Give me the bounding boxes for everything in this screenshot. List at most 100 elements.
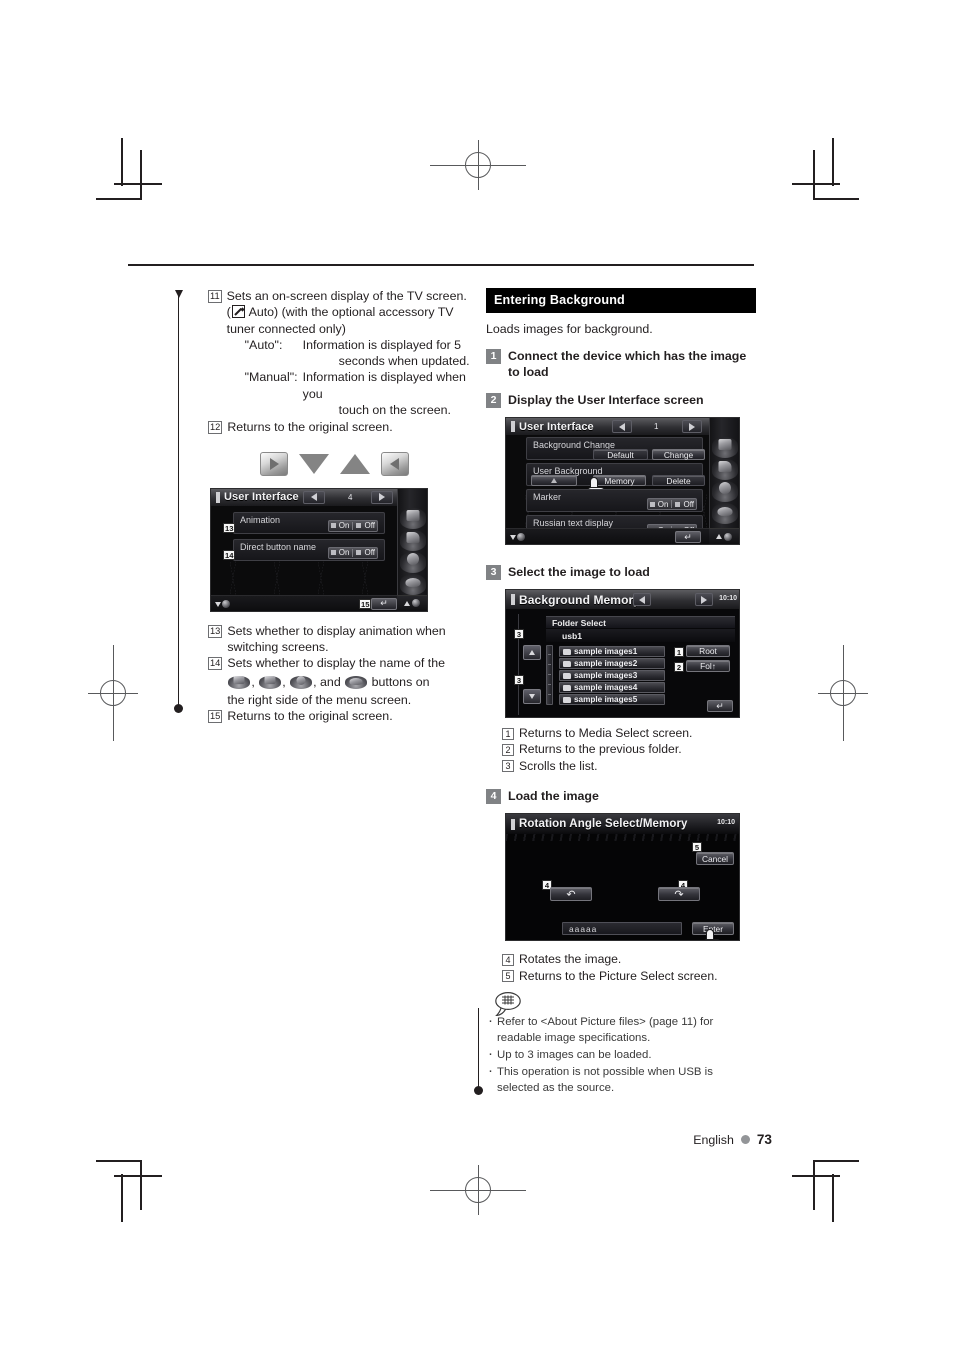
background-memory-screen[interactable]: Background Memory 10:10 Folder Select us… [505,589,740,718]
list-header: Folder Select [546,616,735,628]
direct-button-name-onoff-toggle[interactable]: On Off [327,546,378,559]
volume-up-icon[interactable] [716,534,722,539]
folder-icon [563,660,571,667]
screen-body: Background Change Default Change User Ba… [506,435,709,538]
source-aux-icon[interactable] [711,481,738,502]
list-item[interactable]: sample images3 [559,670,665,681]
background-change-button[interactable]: Change [652,449,705,460]
on-label: On [338,521,350,531]
volume-down-icon[interactable] [215,601,221,607]
folder-up-button[interactable]: Fol ↑ [686,660,730,672]
crop-mark-br-h1 [813,1160,859,1162]
source-usb-icon[interactable] [399,573,426,595]
source-usb-icon[interactable] [711,503,738,524]
note-item: This operation is not possible when USB … [486,1063,756,1096]
source-tuner-icon[interactable] [711,459,738,480]
screen-titlebar: Rotation Angle Select/Memory [506,814,739,835]
step-number: 4 [486,789,501,805]
return-icon[interactable]: ↵ [371,597,397,610]
setting-label: Direct button name [240,541,317,552]
source-disc-icon[interactable] [711,437,738,458]
item-number: 14 [208,657,223,671]
list-item[interactable]: sample images4 [559,682,665,693]
definition-term: "Manual": [244,370,298,385]
scrollbar[interactable] [546,645,553,705]
item-11: 11 Sets an on-screen display of the TV s… [208,288,470,418]
section-title: Entering Background [486,288,756,313]
source-disc-icon[interactable] [399,507,426,529]
screen-bottombar-right [709,528,739,544]
right-column-bracket [474,1008,483,1095]
bracket-arrow-icon [174,290,183,298]
filename-field[interactable]: aaaaa [562,922,682,936]
crop-mark-tl-v1 [140,150,142,200]
play-right-button-icon[interactable] [260,451,288,476]
footer-language: English [693,1132,734,1147]
user-interface-screen-page4[interactable]: User Interface 4 10:10 Animation [210,487,428,612]
marker-onoff-toggle[interactable]: On Off [646,498,697,510]
list-item[interactable]: sample images1 [559,646,665,657]
background-delete-button[interactable]: Delete [652,475,705,486]
rotate-ccw-icon[interactable]: ↶ [550,887,592,902]
folder-name: sample images3 [574,671,638,680]
volume-knob-icon[interactable] [222,599,230,608]
list-item[interactable]: sample images5 [559,694,665,705]
caption-text: Returns to the Picture Select screen. [519,968,718,983]
folder-name: sample images5 [574,695,638,704]
folder-icon [563,684,571,691]
crop-mark-bl-h2 [114,1175,162,1177]
cancel-button[interactable]: Cancel [696,852,734,866]
item-14-icon-line: , , , and buttons on [227,672,470,692]
volume-knob-icon[interactable] [724,532,732,541]
item-11-line3: tuner connected only) [226,321,346,336]
setting-panel-background-change: Background Change Default Change [526,437,705,460]
folder-icon [563,672,571,679]
nav-next-button[interactable] [682,420,702,433]
caption-text: Returns to the previous folder. [519,742,682,757]
item-11-line2: ( Auto) (with the optional accessory TV [226,305,454,320]
nav-next-button[interactable] [371,490,393,504]
crop-mark-br-h2 [792,1175,840,1177]
background-default-button[interactable]: Default [593,449,648,460]
return-icon[interactable]: ↵ [707,700,733,712]
definition-term: "Auto": [244,337,283,352]
volume-up-icon[interactable] [404,600,410,606]
volume-knob-icon[interactable] [517,533,525,541]
user-background-preview[interactable] [531,475,577,486]
scroll-down-icon[interactable] [523,689,541,704]
list-item[interactable]: sample images2 [559,658,665,669]
item-14-line1: Sets whether to display the name of the [227,656,445,671]
volume-down-icon[interactable] [510,535,516,540]
rotate-cw-icon[interactable]: ↷ [658,887,700,902]
return-icon[interactable]: ↵ [675,531,701,543]
scroll-up-icon[interactable] [523,645,541,660]
bracket-dot-icon [474,1086,483,1095]
user-interface-screen-page1[interactable]: User Interface 1 10:10 Background Chan [505,417,740,545]
crop-mark-br-v2 [832,1174,834,1222]
caption-text: Rotates the image. [519,952,622,967]
registration-mark-top [430,140,526,190]
source-tuner-icon[interactable] [399,529,426,551]
play-left-button-icon[interactable] [381,451,409,476]
folder-name: sample images2 [574,659,638,668]
source-usb-icon [345,675,368,689]
rotation-angle-screen[interactable]: Rotation Angle Select/Memory 10:10 5 Can… [505,813,740,942]
definition-desc-line2: touch on the screen. [338,403,451,418]
caption-number: 2 [502,743,514,756]
item-14: 14 Sets whether to display the name of t… [208,655,470,708]
crop-mark-tr-v1 [813,150,815,200]
nav-prev-button[interactable] [633,593,651,606]
volume-knob-icon[interactable] [412,599,420,608]
item-14-tail: buttons on [371,674,430,689]
screen-title: User Interface [224,491,299,504]
source-aux-icon[interactable] [399,551,426,573]
animation-onoff-toggle[interactable]: On Off [327,519,378,532]
off-label: Off [364,521,375,531]
root-button[interactable]: Root [686,645,730,657]
nav-prev-button[interactable] [612,420,632,433]
nav-next-button[interactable] [695,593,713,606]
nav-prev-button[interactable] [303,490,325,504]
screen-bottombar: 15 ↵ [211,594,397,611]
item-number: 13 [208,624,223,638]
step-2: 2 Display the User Interface screen [486,392,756,408]
